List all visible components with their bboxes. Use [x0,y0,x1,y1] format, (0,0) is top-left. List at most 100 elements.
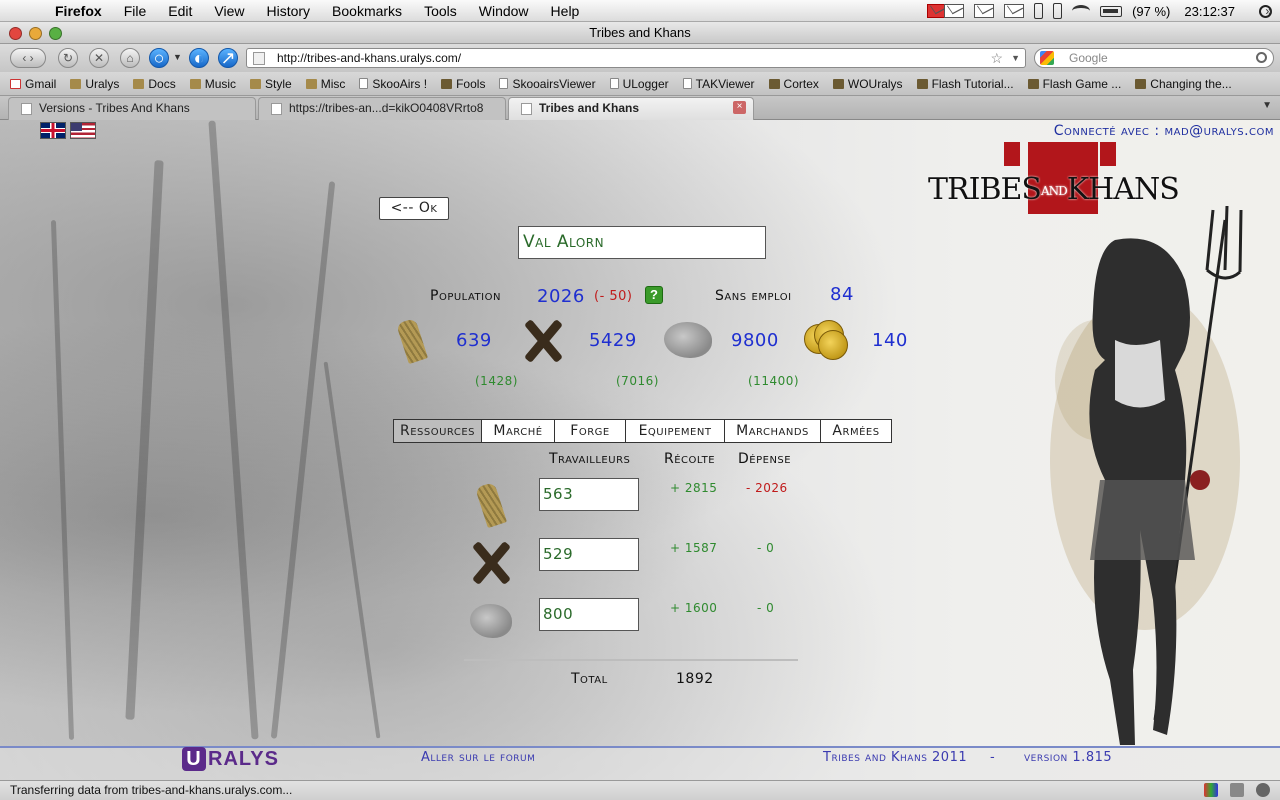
zoom-window-icon[interactable] [49,27,62,40]
bookmark-item[interactable]: SkooAirs ! [359,77,427,91]
wood-workers-input[interactable]: 529 [539,538,639,571]
menu-bookmarks[interactable]: Bookmarks [321,3,413,19]
tab-tribes-and-khans[interactable]: Tribes and Khans [508,97,754,121]
tab-label: Tribes and Khans [539,101,640,115]
bookmark-item[interactable]: ULogger [609,77,669,91]
list-all-tabs-icon[interactable]: ▼ [1262,100,1272,111]
bookmarks-toolbar: Gmail Uralys Docs Music Style Misc SkooAirs ! F… [0,72,1280,96]
stone-capacity: (11400) [748,374,800,388]
forum-link[interactable]: Aller sur le forum [421,750,535,765]
browser-addon-icon[interactable]: ◐ [189,48,209,68]
bookmarks-overflow-icon[interactable]: » [1265,4,1272,18]
table-divider [464,659,798,661]
tab-forge[interactable]: Forge [555,419,626,443]
bookmark-item[interactable]: TAKViewer [682,76,755,91]
bookmark-label: Docs [148,76,176,91]
wood-stock: 5429 [589,330,637,351]
site-identity-icon[interactable] [253,52,265,65]
wheat-workers-input[interactable]: 563 [539,478,639,511]
mac-menubar: Firefox File Edit View History Bookmarks… [0,0,1280,22]
mail-icon-2[interactable] [974,4,995,18]
bookmark-item[interactable]: Cortex [768,76,819,91]
menu-edit[interactable]: Edit [157,3,203,19]
skype-addon-icon[interactable]: ○ [149,48,169,68]
population-delta: (- 50) [594,289,633,304]
background-tree [208,120,259,740]
address-bar[interactable]: http://tribes-and-khans.uralys.com/ ☆ ▼ [246,48,1026,68]
tab-armees[interactable]: Armées [821,419,892,443]
close-tab-icon[interactable]: × [733,101,746,114]
uralys-logo[interactable]: U RALYS [182,747,279,771]
wood-spending: - 0 [757,541,775,555]
menubar-clock[interactable]: 23:12:37 [1184,4,1235,19]
stop-icon[interactable]: ✕ [89,48,109,68]
share-addon-icon[interactable]: ↗ [218,48,238,68]
gold-stock: 140 [872,330,908,351]
window-title: Tribes and Khans [589,25,691,40]
bookmark-item[interactable]: Music [189,77,236,91]
menu-window[interactable]: Window [468,3,540,19]
menu-view[interactable]: View [203,3,255,19]
favicon-icon [768,78,780,89]
settings-addon-icon[interactable] [1256,783,1270,797]
menu-app-firefox[interactable]: Firefox [44,3,113,19]
tab-equipement[interactable]: Equipement [626,419,725,443]
menu-history[interactable]: History [255,3,321,19]
bookmark-item[interactable]: SkooairsViewer [499,77,596,91]
phone-icon-2[interactable] [1053,3,1063,19]
gold-coins-icon [804,320,852,362]
url-history-dropdown-icon[interactable]: ▼ [1011,49,1020,67]
bookmark-label: Gmail [25,76,57,91]
satellite-addon-icon[interactable] [1230,783,1244,797]
bookmark-item[interactable]: WOUralys [832,77,903,91]
back-forward-icon[interactable]: ‹ › [10,48,46,68]
bookmark-item[interactable]: Uralys [70,77,119,91]
bookmark-item[interactable]: Flash Tutorial... [916,77,1014,91]
wifi-icon[interactable] [1072,5,1091,17]
addon-status-icon[interactable] [1204,783,1218,797]
back-ok-button[interactable]: <-- Ok [379,197,449,220]
home-icon[interactable]: ⌂ [120,48,140,68]
us-flag-icon[interactable] [70,122,96,139]
sync-icon[interactable] [1004,4,1025,18]
warrior-torso [1115,340,1165,408]
menu-file[interactable]: File [113,3,158,19]
battery-icon[interactable] [1100,5,1123,17]
wheat-icon [475,481,507,529]
bookmark-item[interactable]: Style [250,77,292,91]
bookmark-label: TAKViewer [695,76,755,91]
bookmark-star-icon[interactable]: ☆ [990,49,1003,67]
bookmark-label: Style [265,76,292,91]
addon-dropdown-icon[interactable]: ▼ [173,52,182,62]
search-icon[interactable] [1256,52,1267,63]
bookmark-item[interactable]: Docs [133,76,176,91]
search-box[interactable]: Google [1034,48,1274,68]
tab-marche[interactable]: Marché [482,419,555,443]
bookmark-item[interactable]: Fools [441,77,485,91]
help-icon[interactable]: ? [645,286,663,304]
stone-workers-input[interactable]: 800 [539,598,639,631]
bookmark-label: Uralys [85,76,120,91]
bookmark-item[interactable]: Changing the... [1135,77,1232,91]
close-window-icon[interactable] [9,27,22,40]
tab-versions[interactable]: Versions - Tribes And Khans [8,97,256,120]
phone-icon[interactable] [1034,3,1044,19]
bookmark-item[interactable]: Flash Game ... [1027,77,1121,91]
tab-ressources[interactable]: Ressources [393,419,482,443]
mail-icon[interactable] [944,4,965,18]
google-engine-icon[interactable] [1040,51,1054,65]
bookmark-item[interactable]: Misc [305,77,345,91]
menu-help[interactable]: Help [540,3,591,19]
bookmark-label: Cortex [783,76,819,91]
tab-uralys-login[interactable]: https://tribes-an...d=kikO0408VRrto8 [258,97,506,120]
tab-marchands[interactable]: Marchands [725,419,821,443]
bookmark-item[interactable]: Gmail [10,77,56,91]
menu-tools[interactable]: Tools [413,3,468,19]
uk-flag-icon[interactable] [40,122,66,139]
minimize-window-icon[interactable] [29,27,42,40]
connected-as[interactable]: Connecté avec : mad@uralys.com [1054,123,1274,139]
city-name-field[interactable]: Val Alorn [518,226,766,259]
stone-stock: 9800 [731,330,779,351]
game-tabs: Ressources Marché Forge Equipement March… [393,419,892,443]
reload-icon[interactable]: ↻ [58,48,78,68]
